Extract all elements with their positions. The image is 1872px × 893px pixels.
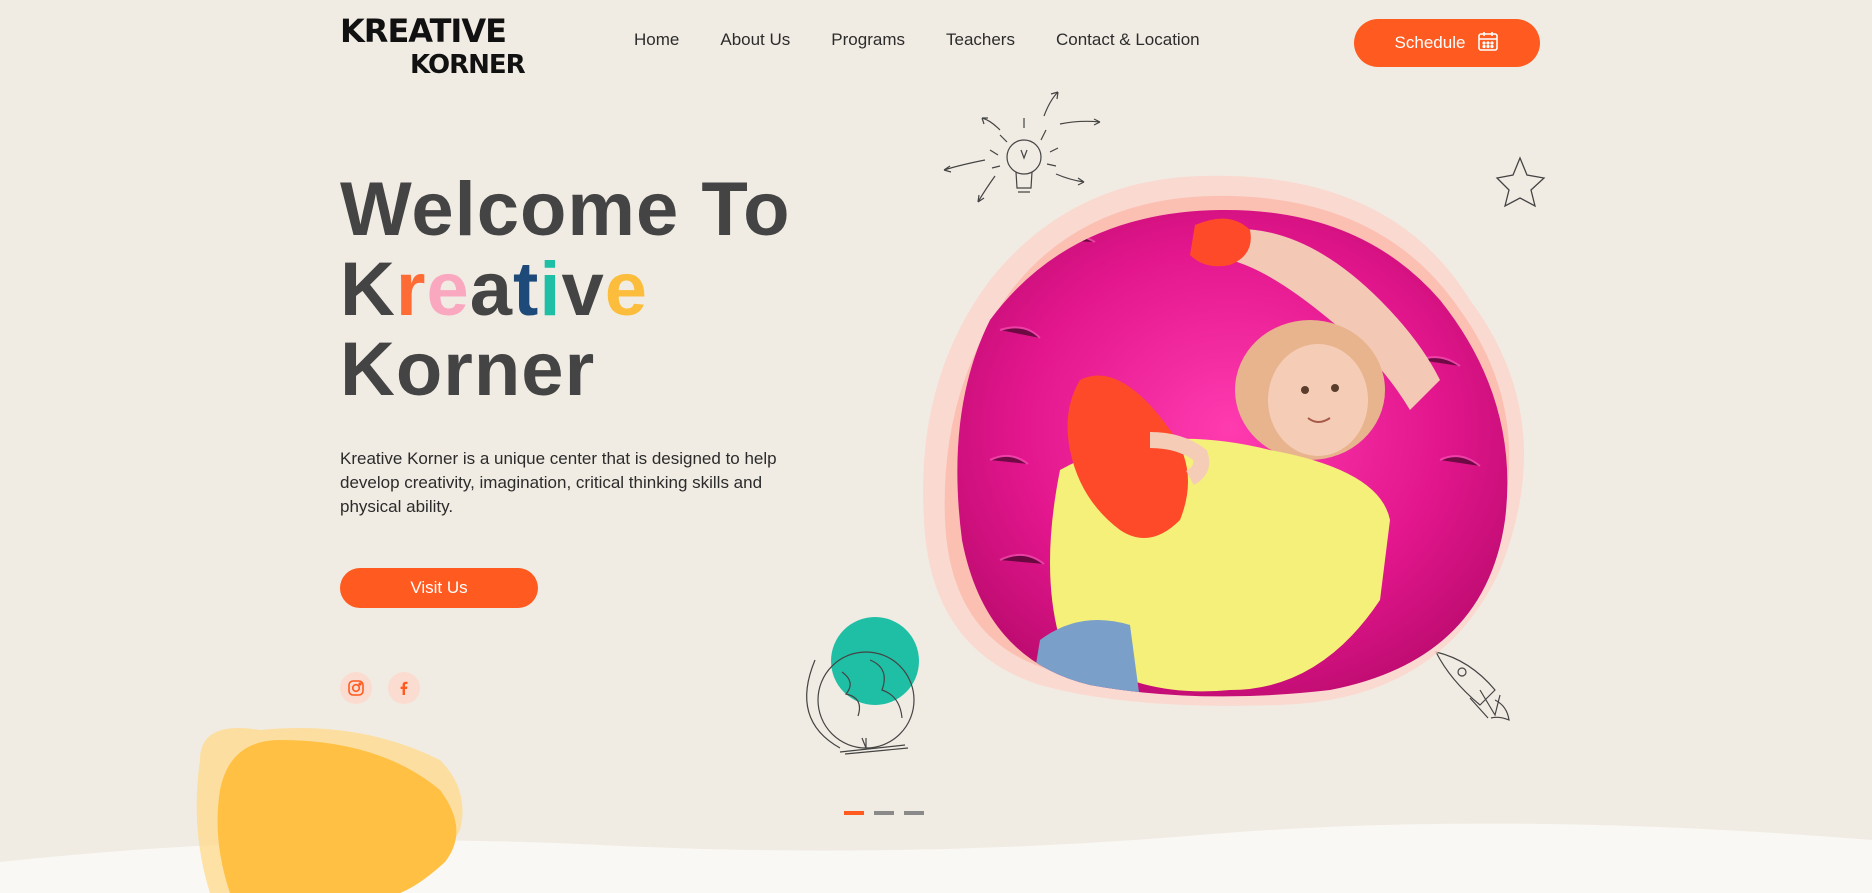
main-nav: Home About Us Programs Teachers Contact … [634, 30, 1241, 50]
slider-dot-3[interactable] [904, 811, 924, 815]
title-letter: r [395, 247, 427, 332]
title-letter: i [539, 247, 562, 332]
slider-dot-2[interactable] [874, 811, 894, 815]
title-letter: e [604, 247, 649, 332]
logo-line-2: KORNER [410, 50, 526, 80]
hero-description: Kreative Korner is a unique center that … [340, 449, 777, 516]
rocket-doodle [1434, 651, 1510, 721]
slider-dot-1[interactable] [844, 811, 864, 815]
instagram-link[interactable] [340, 672, 372, 704]
title-letter: t [513, 247, 540, 332]
instagram-icon [348, 680, 364, 696]
schedule-label: Schedule [1394, 33, 1466, 52]
lightbulb-doodle [943, 91, 1101, 203]
star-doodle [1495, 156, 1546, 208]
nav-item-contact-location[interactable]: Contact & Location [1056, 30, 1200, 50]
schedule-button[interactable]: Schedule [1354, 19, 1540, 67]
decorative-background [0, 91, 1872, 893]
teal-circle [831, 617, 919, 705]
hero-title-line-2: Kreative [340, 250, 791, 330]
facebook-icon [400, 681, 408, 695]
visit-us-button[interactable]: Visit Us [340, 568, 538, 608]
visit-us-label: Visit Us [410, 578, 468, 597]
title-letter: v [561, 247, 605, 332]
calendar-icon [1477, 30, 1499, 57]
hero-title-line-3: Korner [340, 327, 596, 412]
nav-item-teachers[interactable]: Teachers [946, 30, 1015, 50]
nav-item-programs[interactable]: Programs [831, 30, 905, 50]
logo-line-1: KREATIVE [340, 12, 507, 50]
hero-title: Welcome To Kreative Korner [340, 170, 791, 410]
logo[interactable]: KREATIVE KORNER [340, 6, 526, 80]
nav-item-about-us[interactable]: About Us [720, 30, 790, 50]
title-letter: e [426, 247, 470, 332]
slider-dots [844, 811, 924, 815]
facebook-link[interactable] [388, 672, 420, 704]
title-letter: a [469, 247, 514, 332]
hero-title-line-1: Welcome To [340, 167, 791, 252]
nav-item-home[interactable]: Home [634, 30, 679, 50]
title-letter: K [340, 247, 396, 332]
